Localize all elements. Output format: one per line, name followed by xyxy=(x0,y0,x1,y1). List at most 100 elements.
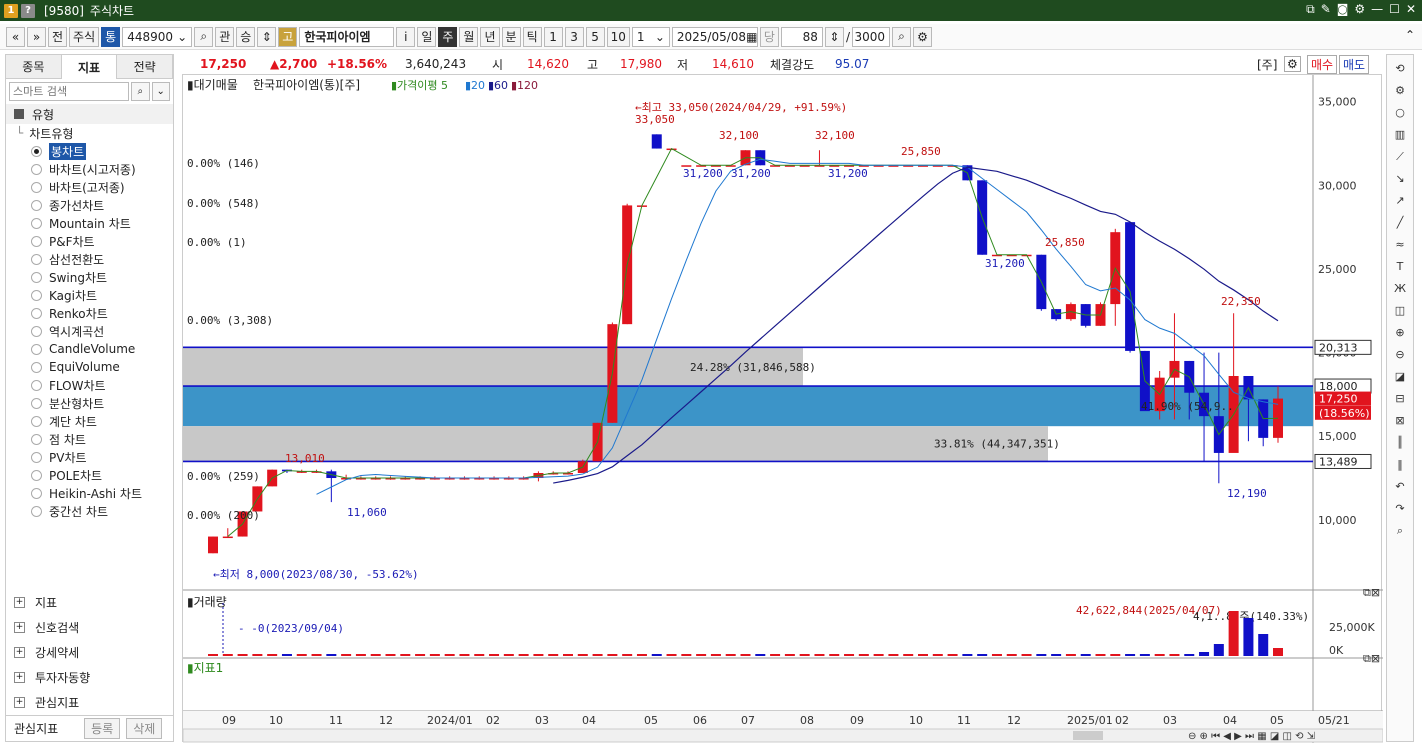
radio-button[interactable] xyxy=(31,487,42,499)
period-month[interactable]: 월 xyxy=(459,26,479,47)
circle-icon[interactable]: ○ xyxy=(1391,103,1409,122)
zoom-in-icon[interactable]: ⊕ xyxy=(1391,323,1409,342)
camera-icon[interactable]: ◙ xyxy=(1337,2,1349,17)
eraser-icon[interactable]: ◪ xyxy=(1391,367,1409,386)
info-button[interactable]: i xyxy=(396,26,416,47)
chevron-down-icon[interactable]: ⌄ xyxy=(151,82,170,101)
radio-button[interactable] xyxy=(31,271,42,283)
edit-icon[interactable]: ✎ xyxy=(1321,2,1331,17)
period-year[interactable]: 년 xyxy=(480,26,500,47)
period-minute[interactable]: 분 xyxy=(501,26,521,47)
radio-button[interactable] xyxy=(31,379,42,391)
chart-type-option[interactable]: 점 차트 xyxy=(6,430,173,448)
num-5-button[interactable]: 5 xyxy=(585,26,605,47)
bars-icon[interactable]: ║ xyxy=(1391,433,1409,452)
chart-type-option[interactable]: CandleVolume xyxy=(6,340,173,358)
chart-type-option[interactable]: Swing차트 xyxy=(6,268,173,286)
chart-type-option[interactable]: 중간선 차트 xyxy=(6,502,173,520)
ruler-icon[interactable]: ⊟ xyxy=(1391,389,1409,408)
gwan-button[interactable]: 관 xyxy=(215,26,235,47)
pattern-tool-icon[interactable]: ◫ xyxy=(1391,301,1409,320)
search-input[interactable] xyxy=(9,82,129,101)
tab-strategy[interactable]: 전략 xyxy=(117,55,174,79)
num-10-button[interactable]: 10 xyxy=(606,26,630,47)
section-type[interactable]: 유형 xyxy=(6,104,173,124)
redo-icon[interactable]: ↷ xyxy=(1391,499,1409,518)
calendar-icon[interactable]: ▦ xyxy=(746,30,757,44)
seung-button[interactable]: 승 xyxy=(236,26,256,47)
count-input[interactable]: 88 xyxy=(780,26,823,47)
radio-button[interactable] xyxy=(31,235,42,247)
tab-indicator[interactable]: 지표 xyxy=(61,55,118,79)
line-tool-icon[interactable]: ⟋ xyxy=(1391,147,1409,166)
chart-type-option[interactable]: 종가선차트 xyxy=(6,196,173,214)
plus-box-icon[interactable]: + xyxy=(14,597,25,608)
period-day[interactable]: 일 xyxy=(417,26,437,47)
chart-type-option[interactable]: 바차트(고저종) xyxy=(6,178,173,196)
radio-button[interactable] xyxy=(31,397,42,409)
radio-button[interactable] xyxy=(31,415,42,427)
code-input[interactable]: 448900 ⌄ xyxy=(122,26,193,47)
link-icon[interactable]: ⧉ xyxy=(1306,2,1315,17)
chevron-down-icon[interactable]: ⌄ xyxy=(177,30,187,44)
search-icon[interactable]: ⌕ xyxy=(131,82,150,101)
radio-button[interactable] xyxy=(31,217,42,229)
chart-type-option[interactable]: EquiVolume xyxy=(6,358,173,376)
chart-type-option[interactable]: 계단 차트 xyxy=(6,412,173,430)
chart-svg[interactable]: ▮대기매물 한국피아이엠(통)[주] ▮가격이평 5 ▮20 ▮60 ▮120 35,000… xyxy=(183,75,1383,743)
zoom-out-icon[interactable]: ⊖ xyxy=(1391,345,1409,364)
radio-button[interactable] xyxy=(31,343,42,355)
chart-area[interactable]: ▮대기매물 한국피아이엠(통)[주] ▮가격이평 5 ▮20 ▮60 ▮120 35,000… xyxy=(182,74,1383,743)
chart-type-option[interactable]: POLE차트 xyxy=(6,466,173,484)
auto-line-icon[interactable]: ≈ xyxy=(1391,235,1409,254)
arrow-tool-icon[interactable]: ↘ xyxy=(1391,169,1409,188)
diagonal-line-icon[interactable]: ╱ xyxy=(1391,213,1409,232)
minus-box-icon[interactable] xyxy=(14,109,24,119)
radio-button[interactable] xyxy=(31,433,42,445)
chevron-down-icon[interactable]: ⌄ xyxy=(655,30,665,44)
minimize-icon[interactable]: — xyxy=(1371,2,1383,17)
delete-button[interactable]: 삭제 xyxy=(126,718,163,739)
all-button[interactable]: 전 xyxy=(48,26,68,47)
tong-button[interactable]: 통 xyxy=(101,26,121,47)
radio-button[interactable] xyxy=(31,505,42,517)
section-investor[interactable]: + 투자자동향 xyxy=(6,665,173,690)
chart-type-option[interactable]: Mountain 차트 xyxy=(6,214,173,232)
gear-icon[interactable]: ⚙ xyxy=(1391,81,1409,100)
radio-button[interactable] xyxy=(31,451,42,463)
chart-type-option[interactable]: 바차트(시고저종) xyxy=(6,160,173,178)
market-button[interactable]: 주식 xyxy=(69,26,100,47)
refresh-icon[interactable]: ⟲ xyxy=(1391,59,1409,78)
sell-button[interactable]: 매도 xyxy=(1339,54,1370,74)
zoom-icon[interactable]: ⌕ xyxy=(891,26,911,47)
tab-stock[interactable]: 종목 xyxy=(6,55,62,79)
chart-type-option[interactable]: 분산형차트 xyxy=(6,394,173,412)
chart-type-option[interactable]: Renko차트 xyxy=(6,304,173,322)
radio-button[interactable] xyxy=(31,145,42,157)
fib-tool-icon[interactable]: Ж xyxy=(1391,279,1409,298)
radio-button[interactable] xyxy=(31,199,42,211)
chart-type-option[interactable]: PV차트 xyxy=(6,448,173,466)
expand-button[interactable]: » xyxy=(27,26,46,47)
section-fav-indicator[interactable]: + 관심지표 xyxy=(6,690,173,715)
close-icon[interactable]: ✕ xyxy=(1406,2,1416,17)
stock-name[interactable]: 한국피아이엠 xyxy=(299,26,395,47)
total-count[interactable]: 3000 xyxy=(851,26,890,47)
radio-button[interactable] xyxy=(31,325,42,337)
bars-2-icon[interactable]: ‖ xyxy=(1391,455,1409,474)
chart-type-option[interactable]: P&F차트 xyxy=(6,232,173,250)
radio-button[interactable] xyxy=(31,181,42,193)
crosshair-icon[interactable]: ⊠ xyxy=(1391,411,1409,430)
date-input[interactable]: 2025/05/08 ▦ xyxy=(671,26,758,47)
spinner-icon[interactable]: ⇕ xyxy=(257,26,277,47)
count-spinner-icon[interactable]: ⇕ xyxy=(824,26,844,47)
register-button[interactable]: 등록 xyxy=(84,718,121,739)
help-badge[interactable]: ? xyxy=(21,3,35,18)
plus-box-icon[interactable]: + xyxy=(14,672,25,683)
plus-box-icon[interactable]: + xyxy=(14,647,25,658)
radio-button[interactable] xyxy=(31,253,42,265)
chart-type-option[interactable]: Heikin-Ashi 차트 xyxy=(6,484,173,502)
undo-icon[interactable]: ↶ xyxy=(1391,477,1409,496)
arrow-tool-2-icon[interactable]: ↗ xyxy=(1391,191,1409,210)
settings-icon[interactable]: ⚙ xyxy=(1284,56,1301,72)
